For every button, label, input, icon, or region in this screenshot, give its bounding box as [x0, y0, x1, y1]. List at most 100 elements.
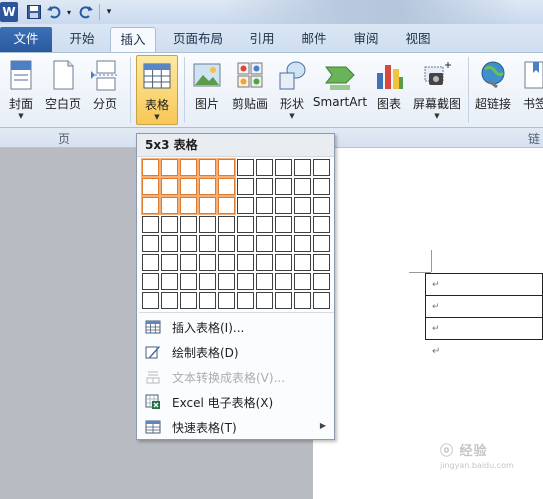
- table-cell[interactable]: ↵: [425, 273, 543, 296]
- table-grid-cell[interactable]: [199, 159, 216, 176]
- table-grid-cell[interactable]: [161, 197, 178, 214]
- table-grid-cell[interactable]: [237, 178, 254, 195]
- table-grid-cell[interactable]: [237, 273, 254, 290]
- page-break-button[interactable]: 分页: [88, 55, 122, 125]
- table-grid-cell[interactable]: [275, 292, 292, 309]
- table-grid-cell[interactable]: [313, 273, 330, 290]
- table-grid-cell[interactable]: [180, 216, 197, 233]
- table-grid-cell[interactable]: [313, 159, 330, 176]
- table-grid-cell[interactable]: [199, 216, 216, 233]
- table-grid-cell[interactable]: [180, 159, 197, 176]
- table-cell[interactable]: ↵: [425, 295, 543, 318]
- tab-review[interactable]: 审阅: [344, 27, 388, 52]
- table-grid-cell[interactable]: [256, 235, 273, 252]
- tab-mailings[interactable]: 邮件: [292, 27, 336, 52]
- tab-home[interactable]: 开始: [58, 27, 106, 52]
- smartart-button[interactable]: SmartArt: [312, 55, 368, 125]
- save-icon[interactable]: [26, 2, 42, 22]
- table-grid-cell[interactable]: [199, 273, 216, 290]
- tab-references[interactable]: 引用: [240, 27, 284, 52]
- picture-button[interactable]: 图片: [190, 55, 224, 125]
- table-grid-cell[interactable]: [275, 197, 292, 214]
- table-grid-cell[interactable]: [161, 254, 178, 271]
- table-grid-cell[interactable]: [294, 292, 311, 309]
- tab-page-layout[interactable]: 页面布局: [164, 27, 232, 52]
- table-grid-cell[interactable]: [313, 216, 330, 233]
- blank-page-button[interactable]: 空白页: [43, 55, 83, 125]
- tab-view[interactable]: 视图: [396, 27, 440, 52]
- table-grid-cell[interactable]: [142, 254, 159, 271]
- table-grid-cell[interactable]: [256, 197, 273, 214]
- table-grid-cell[interactable]: [199, 254, 216, 271]
- table-grid-cell[interactable]: [256, 273, 273, 290]
- tab-insert[interactable]: 插入: [110, 27, 156, 52]
- table-grid-cell[interactable]: [294, 273, 311, 290]
- screenshot-button[interactable]: 屏幕截图 ▼: [410, 55, 464, 125]
- shapes-button[interactable]: 形状 ▼: [275, 55, 309, 125]
- table-grid-cell[interactable]: [275, 235, 292, 252]
- table-grid-cell[interactable]: [313, 292, 330, 309]
- customize-qat-icon[interactable]: ▾: [104, 2, 114, 22]
- table-grid-cell[interactable]: [180, 254, 197, 271]
- table-grid-cell[interactable]: [142, 159, 159, 176]
- table-grid-cell[interactable]: [218, 292, 235, 309]
- table-grid-cell[interactable]: [180, 197, 197, 214]
- table-row[interactable]: ↵: [425, 273, 543, 296]
- table-grid-cell[interactable]: [142, 273, 159, 290]
- table-grid-cell[interactable]: [199, 235, 216, 252]
- table-grid-cell[interactable]: [294, 254, 311, 271]
- table-grid-cell[interactable]: [218, 273, 235, 290]
- word-logo-icon[interactable]: W: [0, 2, 18, 22]
- table-grid-cell[interactable]: [237, 216, 254, 233]
- chart-button[interactable]: 图表: [372, 55, 406, 125]
- table-grid-cell[interactable]: [199, 178, 216, 195]
- table-grid-cell[interactable]: [237, 254, 254, 271]
- table-grid-cell[interactable]: [313, 235, 330, 252]
- table-grid-cell[interactable]: [161, 216, 178, 233]
- table-grid-cell[interactable]: [218, 235, 235, 252]
- table-grid-cell[interactable]: [218, 197, 235, 214]
- excel-spreadsheet-menu-item[interactable]: Excel 电子表格(X): [139, 389, 334, 414]
- table-grid-cell[interactable]: [256, 159, 273, 176]
- table-grid-cell[interactable]: [275, 254, 292, 271]
- table-grid-cell[interactable]: [142, 197, 159, 214]
- table-grid-cell[interactable]: [275, 178, 292, 195]
- table-grid-cell[interactable]: [294, 235, 311, 252]
- draw-table-menu-item[interactable]: 绘制表格(D): [139, 339, 334, 364]
- table-grid-cell[interactable]: [199, 292, 216, 309]
- table-grid-cell[interactable]: [237, 159, 254, 176]
- table-grid-cell[interactable]: [142, 178, 159, 195]
- table-grid-cell[interactable]: [218, 216, 235, 233]
- table-cell[interactable]: ↵: [425, 317, 543, 340]
- table-grid-cell[interactable]: [237, 197, 254, 214]
- hyperlink-button[interactable]: 超链接: [472, 55, 514, 125]
- table-grid-cell[interactable]: [256, 254, 273, 271]
- quick-tables-menu-item[interactable]: 快速表格(T) ▶: [139, 414, 334, 439]
- table-grid-cell[interactable]: [294, 159, 311, 176]
- table-grid-cell[interactable]: [313, 254, 330, 271]
- cover-page-button[interactable]: 封面 ▼: [4, 55, 38, 125]
- table-grid-cell[interactable]: [275, 159, 292, 176]
- table-grid-cell[interactable]: [161, 159, 178, 176]
- table-grid-cell[interactable]: [275, 273, 292, 290]
- table-grid-cell[interactable]: [294, 178, 311, 195]
- table-grid-cell[interactable]: [161, 292, 178, 309]
- table-grid-cell[interactable]: [180, 235, 197, 252]
- table-row[interactable]: ↵: [425, 317, 543, 340]
- document-table[interactable]: ↵ ↵ ↵: [425, 273, 543, 340]
- table-grid-cell[interactable]: [256, 292, 273, 309]
- table-grid-cell[interactable]: [294, 216, 311, 233]
- clip-art-button[interactable]: 剪贴画: [228, 55, 272, 125]
- table-grid-cell[interactable]: [256, 216, 273, 233]
- table-grid-cell[interactable]: [294, 197, 311, 214]
- table-grid-cell[interactable]: [275, 216, 292, 233]
- table-grid-cell[interactable]: [218, 159, 235, 176]
- table-grid-cell[interactable]: [256, 178, 273, 195]
- table-grid-cell[interactable]: [218, 178, 235, 195]
- table-grid-cell[interactable]: [199, 197, 216, 214]
- table-grid-cell[interactable]: [142, 235, 159, 252]
- table-grid-cell[interactable]: [161, 178, 178, 195]
- table-grid-cell[interactable]: [180, 292, 197, 309]
- table-grid-cell[interactable]: [180, 178, 197, 195]
- table-grid-cell[interactable]: [237, 235, 254, 252]
